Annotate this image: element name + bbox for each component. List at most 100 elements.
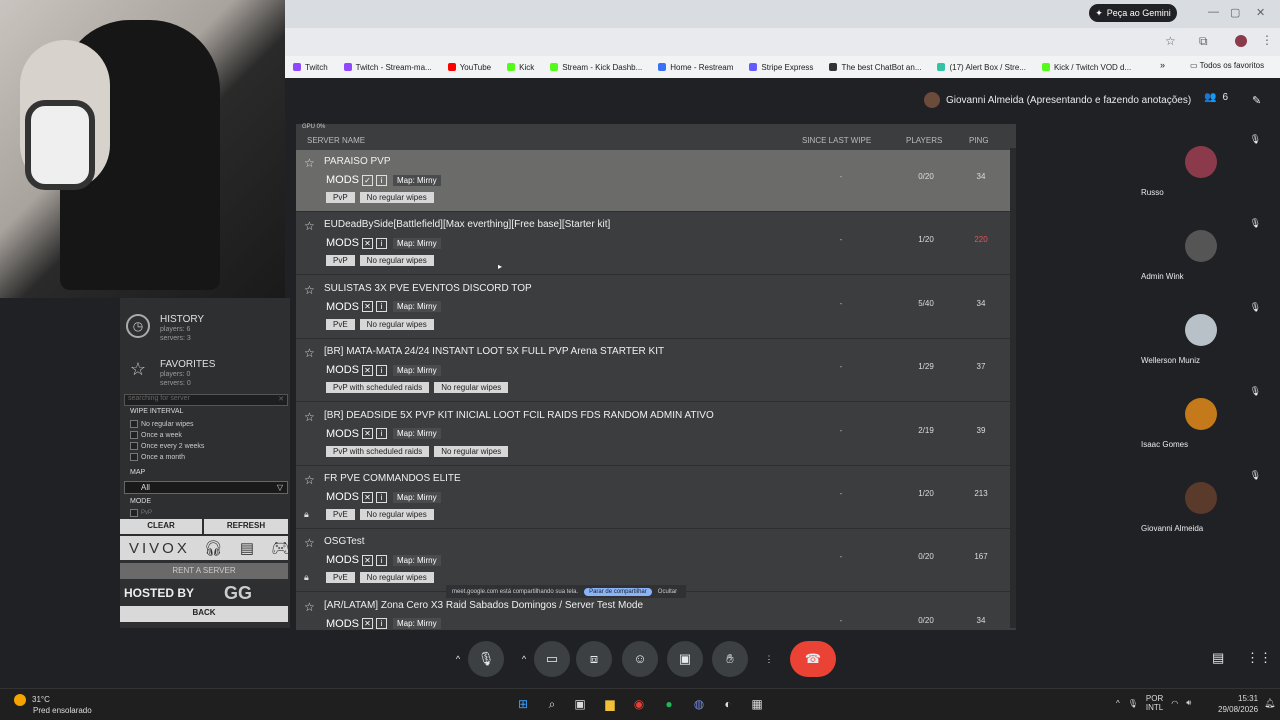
info-icon[interactable]: i <box>376 618 387 630</box>
extensions-icon[interactable]: ⧉ <box>1199 34 1208 49</box>
star-icon[interactable]: ☆ <box>1165 34 1176 48</box>
participant-tile[interactable]: 🎙︎ Admin Wink <box>1137 214 1267 290</box>
col-since-wipe[interactable]: SINCE LAST WIPE <box>802 136 871 145</box>
favorite-star-icon[interactable]: ☆ <box>304 219 315 233</box>
bookmark-item[interactable]: (17) Alert Box / Stre... <box>929 63 1033 72</box>
history-tab[interactable]: ◷ HISTORY players: 6 servers: 3 <box>120 308 290 349</box>
col-ping[interactable]: PING <box>969 136 989 145</box>
bookmark-item[interactable]: Twitch - Stream-ma... <box>336 63 440 72</box>
info-icon[interactable]: i <box>376 364 387 376</box>
participant-tile[interactable]: 🎙︎ Isaac Gomes <box>1137 382 1267 458</box>
tray-chevron-icon[interactable]: ^ <box>1116 699 1120 708</box>
chat-icon[interactable]: ▤ <box>1212 650 1224 666</box>
participant-tile[interactable]: 🎙︎ Wellerson Muniz <box>1137 298 1267 374</box>
favorite-star-icon[interactable]: ☆ <box>304 600 315 614</box>
maximize-icon[interactable]: ▢ <box>1230 6 1240 19</box>
discord-icon[interactable]: ◍ <box>690 696 708 712</box>
all-bookmarks[interactable]: ▭ Todos os favoritos <box>1190 61 1264 70</box>
info-icon[interactable]: i <box>376 428 387 440</box>
checkbox[interactable] <box>130 509 138 517</box>
server-row[interactable]: ☆ FR PVE COMMANDOS ELITE MODS ✕ i Map: Mirny P… <box>296 467 1010 529</box>
emoji-icon[interactable]: ☺ <box>622 641 658 677</box>
headset-icon[interactable]: 🎧︎ <box>204 539 226 557</box>
info-icon[interactable]: i <box>376 301 387 313</box>
checkbox[interactable] <box>130 420 138 428</box>
notification-icon[interactable]: 🔔︎ <box>1264 698 1275 709</box>
favorite-star-icon[interactable]: ☆ <box>304 346 315 360</box>
server-row[interactable]: ☆ SULISTAS 3X PVE EVENTOS DISCORD TOP MODS… <box>296 277 1010 339</box>
spotify-icon[interactable]: ● <box>660 696 678 712</box>
mic-tray-icon[interactable]: 🎙︎ <box>1128 699 1138 708</box>
task-view-icon[interactable]: ▣ <box>571 696 589 712</box>
bookmarks-overflow-icon[interactable]: » <box>1160 60 1165 70</box>
more-options-icon[interactable]: ⋮ <box>759 641 779 677</box>
bookmark-item[interactable]: Twitch <box>285 63 336 72</box>
info-icon[interactable]: i <box>376 237 387 249</box>
apps-icon[interactable]: ⋮⋮ <box>1246 650 1272 666</box>
gemini-button[interactable]: ✦ Peça ao Gemini <box>1089 4 1177 22</box>
map-select[interactable]: All ▽ <box>124 481 288 494</box>
hang-up-button[interactable]: ☎ <box>790 641 836 677</box>
file-explorer-icon[interactable]: ▆ <box>601 696 619 712</box>
gamepad-icon[interactable]: 🎮︎ <box>271 539 293 557</box>
captions-icon[interactable]: ▣ <box>667 641 703 677</box>
microphone-icon[interactable]: 🎙︎ <box>468 641 504 677</box>
clear-button[interactable]: CLEAR <box>120 519 202 534</box>
server-row[interactable]: ☆ EUDeadBySide[Battlefield][Max everthing… <box>296 213 1010 276</box>
mode-option[interactable]: PvP <box>130 509 152 517</box>
bookmark-item[interactable]: Stream - Kick Dashb... <box>542 63 650 72</box>
wipe-option[interactable]: Once every 2 weeks <box>130 442 204 450</box>
chat-icon[interactable]: ▤ <box>240 539 257 557</box>
bookmark-item[interactable]: Stripe Express <box>741 63 821 72</box>
camera-icon[interactable]: ▭ <box>534 641 570 677</box>
chrome-icon[interactable]: ◉ <box>630 696 648 712</box>
bookmark-item[interactable]: The best ChatBot an... <box>821 63 929 72</box>
back-button[interactable]: BACK <box>120 606 288 622</box>
checkbox[interactable] <box>130 442 138 450</box>
volume-icon[interactable]: 🔊︎ <box>1186 698 1191 708</box>
scrollbar[interactable] <box>1010 148 1016 628</box>
wifi-icon[interactable]: ◠ <box>1171 699 1178 708</box>
participant-tile[interactable]: 🎙︎ Russo <box>1137 130 1267 206</box>
minimize-icon[interactable]: — <box>1208 6 1219 18</box>
info-icon[interactable]: i <box>376 554 387 566</box>
rent-server-button[interactable]: RENT A SERVER <box>120 563 288 579</box>
weather-widget[interactable]: 31°C Pred ensolarado <box>14 694 92 716</box>
bookmark-item[interactable]: Kick / Twitch VOD d... <box>1034 63 1139 72</box>
search-icon[interactable]: ⌕ <box>543 696 561 712</box>
wipe-option[interactable]: Once a week <box>130 431 182 439</box>
favorite-star-icon[interactable]: ☆ <box>304 473 315 487</box>
stop-sharing-button[interactable]: Parar de compartilhar <box>584 587 652 596</box>
bookmark-item[interactable]: Home - Restream <box>650 63 741 72</box>
steam-icon[interactable]: ◐ <box>719 696 737 712</box>
col-server-name[interactable]: SERVER NAME <box>307 136 365 145</box>
favorites-tab[interactable]: ☆ FAVORITES players: 0 servers: 0 <box>120 353 290 394</box>
server-row[interactable]: ☆ [BR] DEADSIDE 5X PVP KIT INICIAL LOOT F… <box>296 404 1010 466</box>
refresh-button[interactable]: REFRESH <box>204 519 288 534</box>
favorite-star-icon[interactable]: ☆ <box>304 156 315 170</box>
server-row[interactable]: ☆ [AR/LATAM] Zona Cero X3 Raid Sabados Do… <box>296 594 1010 630</box>
server-row[interactable]: ☆ PARAISO PVP MODS ✓ i Map: Mirny PvP No regula… <box>296 150 1010 212</box>
close-icon[interactable]: ✕ <box>1256 6 1265 19</box>
annotate-icon[interactable]: ✎ <box>1252 94 1261 107</box>
participants-button[interactable]: 👥 6 <box>1204 92 1228 103</box>
favorite-star-icon[interactable]: ☆ <box>304 536 315 550</box>
server-list[interactable]: SERVER NAME SINCE LAST WIPE PLAYERS PING… <box>296 124 1016 630</box>
server-row[interactable]: ☆ OSGTest MODS ✕ i Map: Mirny PvE No regular wi… <box>296 530 1010 593</box>
game-launcher-icon[interactable]: ▦ <box>748 696 766 712</box>
video-options-icon[interactable]: ^ <box>514 641 534 677</box>
clock[interactable]: 15:31 29/08/2026 <box>1218 693 1258 715</box>
info-icon[interactable]: i <box>376 174 387 186</box>
col-players[interactable]: PLAYERS <box>906 136 942 145</box>
menu-icon[interactable]: ⋮ <box>1261 33 1273 47</box>
start-icon[interactable]: ⊞ <box>514 696 532 712</box>
profile-avatar[interactable] <box>1235 35 1247 47</box>
wipe-option[interactable]: Once a month <box>130 453 185 461</box>
wipe-option[interactable]: No regular wipes <box>130 420 194 428</box>
language-indicator[interactable]: POR INTL <box>1146 694 1163 712</box>
audio-options-icon[interactable]: ^ <box>448 641 468 677</box>
checkbox[interactable] <box>130 431 138 439</box>
clear-search-icon[interactable]: ✕ <box>278 395 284 403</box>
server-search-input[interactable]: searching for server ✕ <box>124 394 288 406</box>
present-icon[interactable]: ⧈ <box>576 641 612 677</box>
